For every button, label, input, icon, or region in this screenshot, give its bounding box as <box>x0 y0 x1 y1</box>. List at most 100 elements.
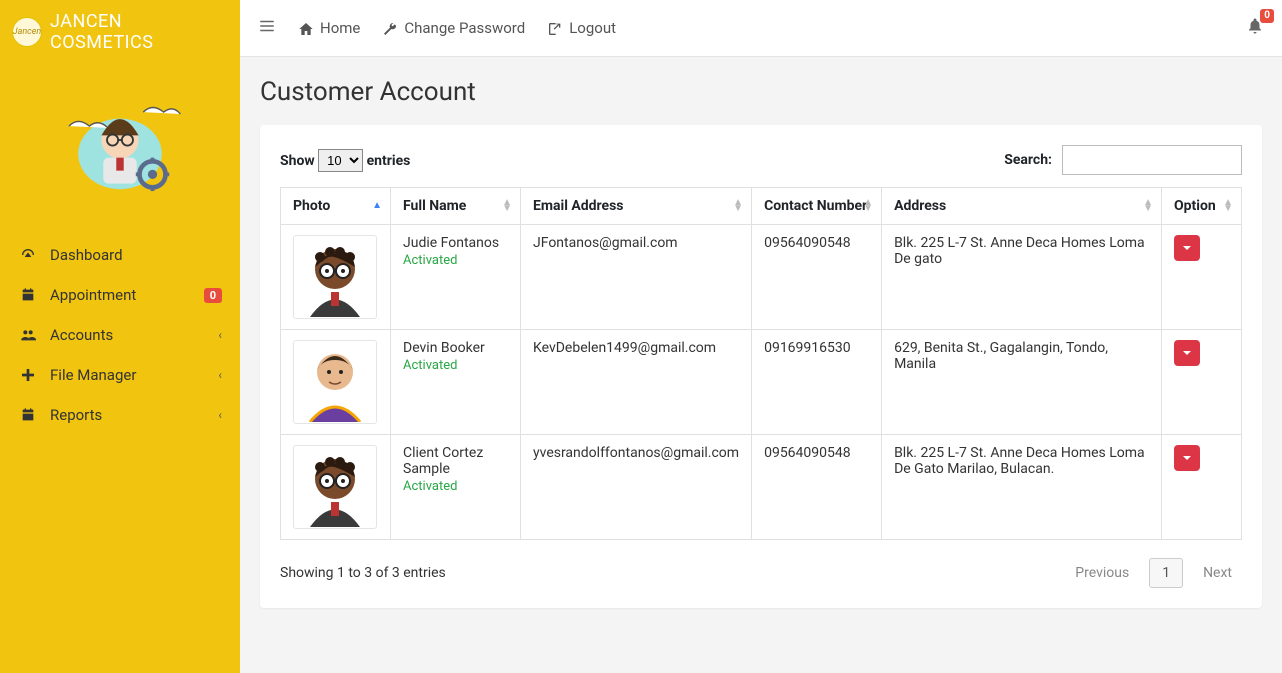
cell-address: Blk. 225 L-7 St. Anne Deca Homes Loma De… <box>882 435 1162 540</box>
avatar <box>293 445 377 529</box>
prev-button[interactable]: Previous <box>1065 559 1139 587</box>
table-controls: Show 10 entries Search: <box>280 145 1242 175</box>
cell-contact: 09564090548 <box>752 225 882 330</box>
sidebar-nav: Dashboard Appointment 0 Accounts ‹ <box>0 235 240 435</box>
nav-change-password-label: Change Password <box>404 19 525 37</box>
nav-logout[interactable]: Logout <box>547 19 616 37</box>
brand-title: JANCEN COSMETICS <box>50 11 228 53</box>
cell-option <box>1162 330 1242 435</box>
cell-full-name: Client Cortez SampleActivated <box>391 435 521 540</box>
nav-change-password[interactable]: Change Password <box>382 19 525 37</box>
row-actions-button[interactable] <box>1174 340 1200 366</box>
page-content: Customer Account Show 10 entries Search: <box>240 57 1282 638</box>
length-label-post: entries <box>367 153 411 169</box>
cell-photo <box>281 225 391 330</box>
sort-icon: ▲▼ <box>863 200 873 212</box>
chevron-left-icon: ‹ <box>218 408 222 422</box>
caret-down-icon <box>1179 240 1195 256</box>
cell-address: Blk. 225 L-7 St. Anne Deca Homes Loma De… <box>882 225 1162 330</box>
customer-table: Photo ▲ Full Name ▲▼ Email Address ▲▼ <box>280 187 1242 540</box>
cell-full-name: Devin Booker Activated <box>391 330 521 435</box>
brand-logo-text: Jancen <box>13 27 41 37</box>
nav-home[interactable]: Home <box>298 19 360 37</box>
status-badge: Activated <box>403 358 508 373</box>
cell-photo <box>281 435 391 540</box>
appointment-badge: 0 <box>204 288 222 303</box>
cell-contact: 09564090548 <box>752 435 882 540</box>
col-address[interactable]: Address ▲▼ <box>882 188 1162 225</box>
sort-asc-icon: ▲ <box>372 203 382 209</box>
search-label: Search: <box>1004 152 1052 168</box>
next-button[interactable]: Next <box>1193 559 1242 587</box>
search-input[interactable] <box>1062 145 1242 175</box>
table-row: Devin Booker Activated KevDebelen1499@gmai… <box>281 330 1242 435</box>
wrench-icon <box>382 19 398 37</box>
search-control: Search: <box>1004 145 1242 175</box>
full-name-value: Client Cortez Sample <box>403 445 508 477</box>
cell-option <box>1162 435 1242 540</box>
length-select[interactable]: 10 <box>318 149 363 172</box>
chevron-left-icon: ‹ <box>218 368 222 382</box>
col-photo-label: Photo <box>293 198 330 214</box>
sidebar-item-label: Reports <box>50 406 102 424</box>
page-title: Customer Account <box>260 77 1262 107</box>
sidebar-item-label: Dashboard <box>50 246 123 264</box>
sidebar-item-label: Accounts <box>50 326 113 344</box>
cell-option <box>1162 225 1242 330</box>
page-number[interactable]: 1 <box>1149 558 1183 588</box>
menu-toggle-icon[interactable] <box>258 17 276 39</box>
row-actions-button[interactable] <box>1174 445 1200 471</box>
sidebar-item-file-manager[interactable]: File Manager ‹ <box>0 355 240 395</box>
full-name-value: Devin Booker <box>403 340 508 356</box>
col-email[interactable]: Email Address ▲▼ <box>521 188 752 225</box>
caret-down-icon <box>1179 450 1195 466</box>
col-address-label: Address <box>894 198 946 214</box>
caret-down-icon <box>1179 345 1195 361</box>
nav-home-label: Home <box>320 19 360 37</box>
external-link-icon <box>547 19 563 37</box>
col-full-name-label: Full Name <box>403 198 466 214</box>
chevron-left-icon: ‹ <box>218 328 222 342</box>
sort-icon: ▲▼ <box>1143 200 1153 212</box>
notifications-button[interactable]: 0 <box>1246 17 1264 39</box>
col-option[interactable]: Option ▲▼ <box>1162 188 1242 225</box>
col-contact-label: Contact Number <box>764 198 867 214</box>
notifications-badge: 0 <box>1260 9 1274 23</box>
col-email-label: Email Address <box>533 198 624 214</box>
brand-logo-icon: Jancen <box>12 17 42 47</box>
col-full-name[interactable]: Full Name ▲▼ <box>391 188 521 225</box>
table-row: Client Cortez SampleActivatedyvesrandolf… <box>281 435 1242 540</box>
sort-icon: ▲▼ <box>502 200 512 212</box>
sidebar-item-reports[interactable]: Reports ‹ <box>0 395 240 435</box>
col-option-label: Option <box>1174 198 1216 214</box>
profile-illustration <box>0 60 240 225</box>
sidebar-item-accounts[interactable]: Accounts ‹ <box>0 315 240 355</box>
cell-address: 629, Benita St., Gagalangin, Tondo, Mani… <box>882 330 1162 435</box>
users-icon <box>18 327 38 343</box>
cell-photo <box>281 330 391 435</box>
brand: Jancen JANCEN COSMETICS <box>0 3 240 60</box>
row-actions-button[interactable] <box>1174 235 1200 261</box>
sidebar-item-dashboard[interactable]: Dashboard <box>0 235 240 275</box>
cell-email: yvesrandolffontanos@gmail.com <box>521 435 752 540</box>
col-contact[interactable]: Contact Number ▲▼ <box>752 188 882 225</box>
sort-icon: ▲▼ <box>733 200 743 212</box>
status-badge: Activated <box>403 253 508 268</box>
table-footer: Showing 1 to 3 of 3 entries Previous 1 N… <box>280 558 1242 588</box>
sidebar: Jancen JANCEN COSMETICS <box>0 0 240 673</box>
length-control: Show 10 entries <box>280 149 410 172</box>
table-info: Showing 1 to 3 of 3 entries <box>280 565 446 581</box>
sidebar-item-label: Appointment <box>50 286 136 304</box>
plus-icon <box>18 367 38 383</box>
cell-email: JFontanos@gmail.com <box>521 225 752 330</box>
cell-email: KevDebelen1499@gmail.com <box>521 330 752 435</box>
table-row: Judie Fontanos Activated JFontanos@gmail.c… <box>281 225 1242 330</box>
full-name-value: Judie Fontanos <box>403 235 508 251</box>
home-icon <box>298 19 314 37</box>
cell-full-name: Judie Fontanos Activated <box>391 225 521 330</box>
col-photo[interactable]: Photo ▲ <box>281 188 391 225</box>
pagination: Previous 1 Next <box>1065 558 1242 588</box>
sidebar-item-appointment[interactable]: Appointment 0 <box>0 275 240 315</box>
length-label-pre: Show <box>280 153 315 169</box>
avatar <box>293 340 377 424</box>
